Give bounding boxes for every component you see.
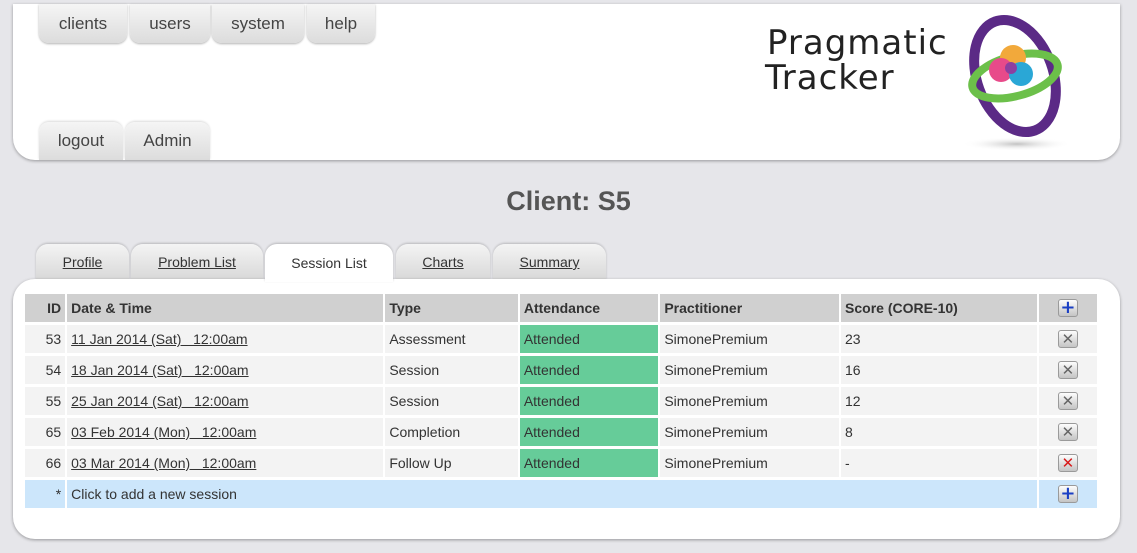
column-header-attendance: Attendance (519, 294, 659, 322)
row-practitioner: SimonePremium (660, 387, 840, 415)
row-id: 65 (25, 418, 66, 446)
row-actions: ✕ (1038, 325, 1097, 353)
session-link[interactable]: 03 Mar 2014 (Mon) 12:00am (71, 455, 256, 471)
table-row: 54 18 Jan 2014 (Sat) 12:00am Session Att… (25, 356, 1097, 384)
page-title: Client: S5 (506, 186, 631, 216)
logo: Pragmatic Tracker (765, 14, 1095, 156)
row-datetime-cell: 25 Jan 2014 (Sat) 12:00am (67, 387, 384, 415)
row-actions: ✕ (1038, 449, 1097, 477)
nav-help[interactable]: help (307, 4, 375, 43)
column-header-practitioner: Practitioner (660, 294, 840, 322)
tab-problem-list[interactable]: Problem List (131, 244, 263, 280)
row-type: Session (385, 387, 518, 415)
plus-icon[interactable]: + (1057, 299, 1078, 318)
row-type: Assessment (385, 325, 518, 353)
row-type: Session (385, 356, 518, 384)
column-header-id: ID (25, 294, 66, 322)
row-score: 12 (841, 387, 1037, 415)
nav-logout[interactable]: logout (39, 122, 123, 160)
tab-charts-label: Charts (422, 254, 464, 270)
row-practitioner: SimonePremium (660, 356, 840, 384)
session-link[interactable]: 18 Jan 2014 (Sat) 12:00am (71, 362, 248, 378)
nav-users-label: users (149, 13, 191, 33)
nav-users[interactable]: users (130, 4, 210, 43)
row-score: 23 (841, 325, 1037, 353)
tab-profile-label: Profile (62, 254, 103, 270)
logo-text-line1: Pragmatic (767, 23, 948, 63)
nav-clients[interactable]: clients (39, 4, 127, 43)
row-score: - (841, 449, 1037, 477)
delete-x-icon[interactable]: ✕ (1057, 423, 1078, 442)
nav-logout-label: logout (57, 131, 105, 150)
row-id: 53 (25, 325, 66, 353)
row-attendance: Attended (519, 356, 659, 384)
table-row: 55 25 Jan 2014 (Sat) 12:00am Session Att… (25, 387, 1097, 415)
nav-help-label: help (324, 13, 358, 33)
tab-session-list[interactable]: Session List (265, 244, 393, 282)
table-row: 53 11 Jan 2014 (Sat) 12:00am Assessment … (25, 325, 1097, 353)
row-datetime-cell: 18 Jan 2014 (Sat) 12:00am (67, 356, 384, 384)
nav-system[interactable]: system (212, 4, 304, 43)
tab-summary-label: Summary (519, 254, 580, 270)
row-type: Follow Up (385, 449, 518, 477)
row-actions: ✕ (1038, 418, 1097, 446)
row-id: 55 (25, 387, 66, 415)
header-panel: clients users system help logout Admin P… (13, 4, 1120, 160)
add-row-actions: + (1038, 480, 1097, 508)
row-practitioner: SimonePremium (660, 449, 840, 477)
row-actions: ✕ (1038, 387, 1097, 415)
table-row: 66 03 Mar 2014 (Mon) 12:00am Follow Up A… (25, 449, 1097, 477)
tab-session-list-label: Session List (291, 255, 367, 271)
add-session-label[interactable]: Click to add a new session (67, 480, 1037, 508)
row-attendance: Attended (519, 418, 659, 446)
row-practitioner: SimonePremium (660, 418, 840, 446)
session-link[interactable]: 03 Feb 2014 (Mon) 12:00am (71, 424, 256, 440)
nav-admin-label: Admin (143, 131, 192, 150)
tab-summary[interactable]: Summary (493, 244, 606, 280)
table-row: 65 03 Feb 2014 (Mon) 12:00am Completion … (25, 418, 1097, 446)
tab-charts[interactable]: Charts (396, 244, 490, 280)
nav-admin[interactable]: Admin (125, 122, 210, 160)
session-link[interactable]: 11 Jan 2014 (Sat) 12:00am (71, 331, 247, 347)
row-id: 66 (25, 449, 66, 477)
row-actions: ✕ (1038, 356, 1097, 384)
row-score: 8 (841, 418, 1037, 446)
session-table: ID Date & Time Type Attendance Practitio… (23, 291, 1099, 511)
logo-text-line2: Tracker (765, 58, 895, 98)
nav-clients-label: clients (58, 13, 108, 33)
row-datetime-cell: 03 Feb 2014 (Mon) 12:00am (67, 418, 384, 446)
column-header-datetime: Date & Time (67, 294, 384, 322)
table-header-row: ID Date & Time Type Attendance Practitio… (25, 294, 1097, 322)
row-datetime-cell: 11 Jan 2014 (Sat) 12:00am (67, 325, 384, 353)
delete-x-icon[interactable]: ✕ (1057, 361, 1078, 380)
delete-x-icon[interactable]: ✕ (1057, 392, 1078, 411)
row-type: Completion (385, 418, 518, 446)
delete-x-icon[interactable]: ✕ (1057, 330, 1078, 349)
plus-icon[interactable]: + (1057, 485, 1078, 504)
row-attendance: Attended (519, 325, 659, 353)
row-id: 54 (25, 356, 66, 384)
tab-problem-list-label: Problem List (158, 254, 236, 270)
add-session-row[interactable]: * Click to add a new session + (25, 480, 1097, 508)
row-attendance: Attended (519, 387, 659, 415)
add-row-marker: * (25, 480, 66, 508)
row-attendance: Attended (519, 449, 659, 477)
logo-swirl-icon (962, 14, 1072, 151)
column-header-actions: + (1038, 294, 1097, 322)
row-practitioner: SimonePremium (660, 325, 840, 353)
session-link[interactable]: 25 Jan 2014 (Sat) 12:00am (71, 393, 248, 409)
column-header-score: Score (CORE-10) (841, 294, 1037, 322)
column-header-type: Type (385, 294, 518, 322)
row-datetime-cell: 03 Mar 2014 (Mon) 12:00am (67, 449, 384, 477)
row-score: 16 (841, 356, 1037, 384)
nav-system-label: system (231, 13, 285, 33)
delete-x-icon[interactable]: ✕ (1057, 454, 1078, 473)
tab-profile[interactable]: Profile (36, 244, 129, 280)
